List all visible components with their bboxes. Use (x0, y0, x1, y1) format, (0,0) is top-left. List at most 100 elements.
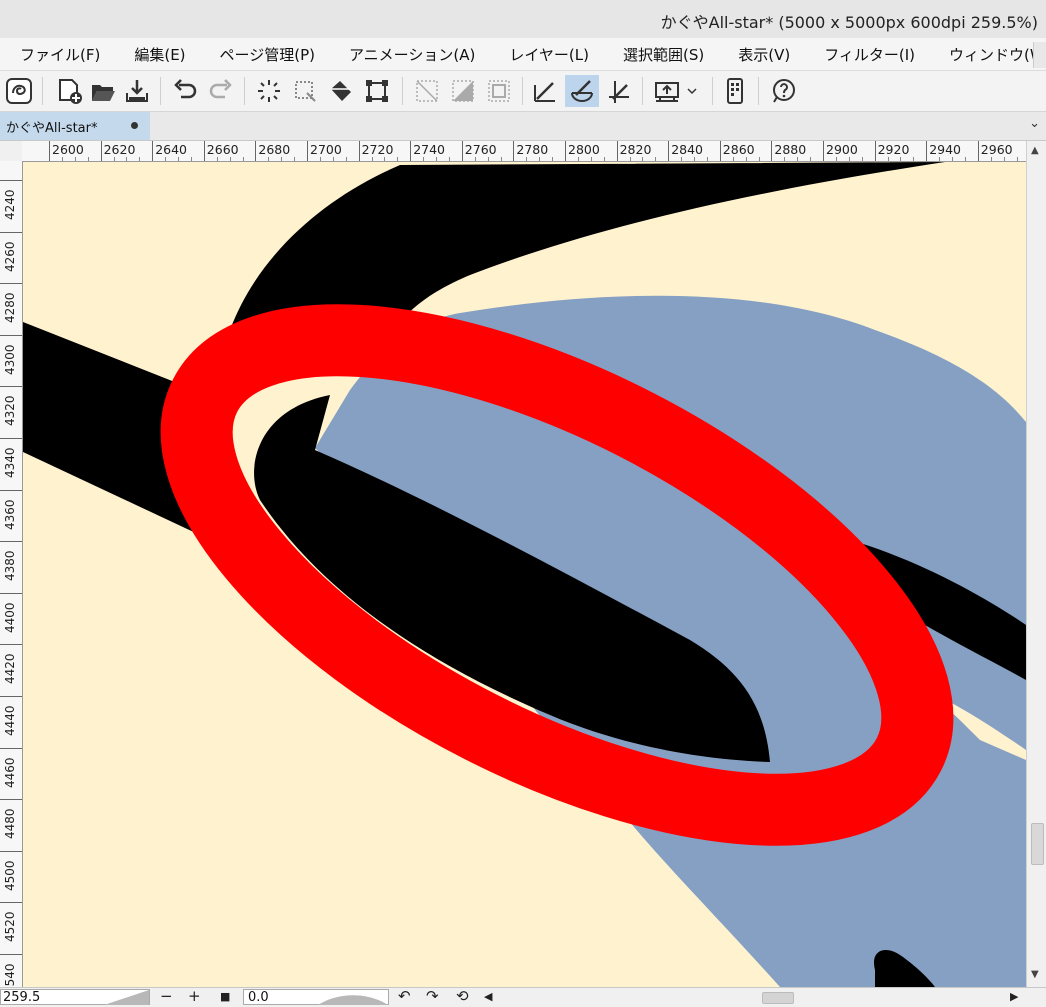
rotate-left-icon[interactable]: ↶ (398, 988, 411, 1005)
export-icon[interactable] (120, 75, 154, 107)
scroll-down-icon[interactable]: ▼ (1031, 969, 1039, 980)
h-ruler-minor-tick (113, 157, 115, 161)
rotation-field[interactable]: 0.0 (243, 989, 389, 1005)
selection-border-icon[interactable] (482, 75, 516, 107)
deselect-icon[interactable] (288, 75, 322, 107)
snap-guide-icon[interactable] (602, 75, 636, 107)
document-tab-bar: かぐやAll-star* ⌄ (0, 112, 1046, 141)
h-ruler-minor-tick (61, 157, 63, 161)
h-ruler-minor-tick (758, 157, 760, 161)
select-all-icon[interactable] (252, 75, 286, 107)
fill-icon[interactable] (324, 75, 358, 107)
zoom-field[interactable]: 259.5 (0, 989, 150, 1005)
menu-page[interactable]: ページ管理(P) (200, 44, 329, 65)
h-ruler-label: 2640 (155, 142, 187, 157)
canvas-artwork (23, 162, 1026, 987)
zoom-in-button[interactable]: + (188, 988, 201, 1005)
tablet-icon[interactable] (718, 75, 752, 107)
h-ruler-minor-tick (835, 157, 837, 161)
vertical-ruler: 4240 4260 4280 4300 4320 4340 4360 4380 4400 4420… (0, 161, 23, 987)
v-ruler-label: 4480 (3, 808, 17, 840)
menu-window[interactable]: ウィンドウ(W) (929, 44, 1046, 65)
app-logo-icon[interactable] (2, 75, 36, 107)
h-ruler-label: 2920 (877, 142, 910, 157)
rotate-right-icon[interactable]: ↷ (426, 988, 439, 1005)
h-ruler-tick (410, 141, 412, 161)
h-ruler-label: 2680 (258, 142, 291, 157)
h-ruler-tick (49, 141, 50, 161)
fit-square-icon[interactable]: ■ (220, 988, 230, 1005)
v-ruler-label: 4440 (3, 705, 17, 736)
vertical-scrollbar[interactable]: ▲ ▼ (1026, 141, 1046, 987)
menu-overflow[interactable] (1033, 42, 1046, 68)
v-ruler-tick (0, 592, 22, 594)
scroll-left-icon[interactable]: ◀ (484, 988, 492, 1005)
menu-animation[interactable]: アニメーション(A) (329, 44, 489, 65)
help-icon[interactable] (766, 75, 800, 107)
h-ruler-minor-tick (126, 157, 128, 161)
redo-icon[interactable] (204, 75, 238, 107)
h-ruler-minor-tick (423, 157, 425, 161)
menu-filter[interactable]: フィルター(I) (804, 44, 929, 65)
snap-ruler-icon[interactable] (565, 75, 599, 107)
v-ruler-tick (0, 644, 22, 646)
h-ruler-minor-tick (332, 157, 334, 161)
h-ruler-label: 2700 (310, 142, 342, 157)
menu-file[interactable]: ファイル(F) (0, 44, 114, 65)
scroll-right-icon[interactable]: ▶ (1010, 988, 1018, 1005)
v-ruler-tick (0, 489, 22, 491)
h-ruler-minor-tick (294, 157, 296, 161)
rotation-slider-ramp (318, 995, 388, 1005)
zoom-slider-ramp (104, 990, 149, 1005)
drawing-canvas[interactable] (23, 162, 1026, 987)
h-ruler-minor-tick (603, 157, 605, 161)
open-folder-icon[interactable] (86, 75, 120, 107)
v-ruler-tick (0, 386, 22, 388)
horizontal-ruler: 2600 2620 2640 2660 2680 2700 2720 2740 2760 2780… (22, 141, 1026, 162)
h-ruler-minor-tick (345, 157, 347, 161)
menu-view[interactable]: 表示(V) (718, 44, 804, 65)
v-ruler-label: 4520 (3, 911, 17, 943)
document-tab[interactable]: かぐやAll-star* (0, 112, 150, 140)
v-ruler-tick (0, 180, 22, 181)
undo-icon[interactable] (168, 75, 202, 107)
h-ruler-tick (719, 141, 721, 161)
chevron-down-icon[interactable]: ⌄ (1029, 116, 1040, 131)
h-ruler-label: 2740 (413, 142, 445, 157)
v-ruler-label: 4400 (3, 602, 17, 633)
transform-icon[interactable] (360, 75, 394, 107)
h-ruler-minor-tick (474, 157, 476, 161)
h-ruler-tick (203, 141, 205, 161)
h-ruler-minor-tick (784, 157, 786, 161)
menu-layer[interactable]: レイヤー(L) (489, 44, 603, 65)
v-ruler-tick (0, 438, 22, 439)
new-canvas-icon[interactable] (52, 75, 86, 107)
ruler-icon[interactable] (528, 75, 562, 107)
clear-icon[interactable] (410, 75, 444, 107)
menu-edit[interactable]: 編集(E) (114, 44, 199, 65)
scroll-up-icon[interactable]: ▲ (1031, 145, 1039, 156)
h-ruler-tick (565, 141, 566, 161)
zoom-out-button[interactable]: − (160, 988, 173, 1005)
v-ruler-tick (0, 541, 22, 543)
h-ruler-minor-tick (487, 157, 489, 161)
h-ruler-minor-tick (694, 157, 695, 161)
h-ruler-minor-tick (797, 157, 799, 161)
h-ruler-minor-tick (706, 157, 708, 161)
vertical-scroll-thumb[interactable] (1031, 823, 1044, 865)
fill-selection-icon[interactable] (446, 75, 480, 107)
reset-rotation-icon[interactable]: ⟲ (456, 988, 469, 1005)
display-options-icon[interactable] (648, 75, 704, 107)
v-ruler-tick (0, 747, 22, 749)
h-ruler-label: 2860 (722, 142, 755, 157)
title-bar: かぐやAll-star* (5000 x 5000px 600dpi 259.5… (0, 0, 1046, 38)
horizontal-scrollbar[interactable]: ◀ ▶ (482, 989, 1026, 1005)
h-ruler-label: 2720 (361, 142, 394, 157)
h-ruler-minor-tick (629, 157, 631, 161)
v-ruler-label: 4360 (3, 499, 17, 530)
h-ruler-minor-tick (939, 157, 941, 161)
horizontal-scroll-thumb[interactable] (762, 992, 794, 1004)
h-ruler-minor-tick (216, 157, 218, 161)
v-ruler-tick (0, 283, 22, 285)
menu-selection[interactable]: 選択範囲(S) (603, 44, 718, 65)
